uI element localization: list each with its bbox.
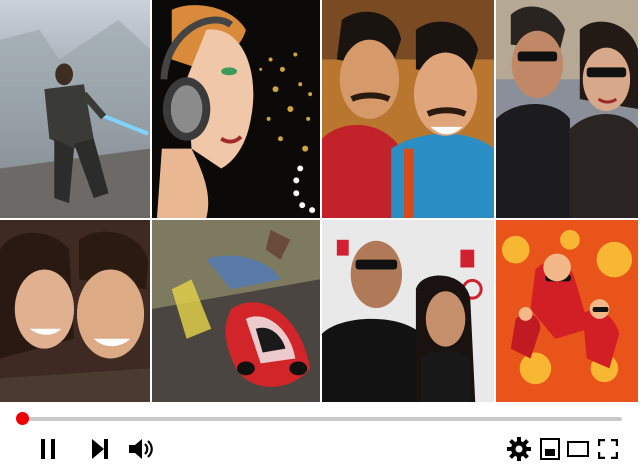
gear-icon (507, 437, 531, 461)
fullscreen-icon (598, 439, 618, 459)
theater-mode-button[interactable] (563, 434, 593, 464)
settings-button[interactable] (504, 434, 534, 464)
fullscreen-button[interactable] (593, 434, 623, 464)
miniplayer-icon (540, 438, 560, 460)
pause-icon (39, 438, 57, 460)
progress-bar[interactable] (22, 417, 622, 421)
thumbnail-smiling-couple[interactable] (0, 220, 152, 404)
thumbnail-woman-headphones[interactable] (152, 0, 322, 220)
thumbnail-racing-car[interactable] (152, 220, 322, 404)
pause-button[interactable] (33, 434, 63, 464)
thumbnail-game-soldier[interactable] (0, 0, 152, 220)
thumbnail-red-carpet-couple[interactable] (322, 220, 496, 404)
thumbnail-animated-superheroes[interactable] (496, 220, 640, 404)
thumbnail-couple-sunglasses[interactable] (496, 0, 640, 220)
progress-scrubber-handle[interactable] (16, 412, 29, 425)
next-button[interactable] (85, 434, 115, 464)
volume-button[interactable] (126, 434, 156, 464)
thumbnail-two-comedians[interactable] (322, 0, 496, 220)
theater-mode-icon (567, 441, 589, 457)
video-thumbnail-grid (0, 0, 640, 404)
volume-icon (128, 437, 154, 461)
next-icon (90, 438, 110, 460)
video-player-controls (0, 404, 640, 470)
miniplayer-button[interactable] (535, 434, 565, 464)
